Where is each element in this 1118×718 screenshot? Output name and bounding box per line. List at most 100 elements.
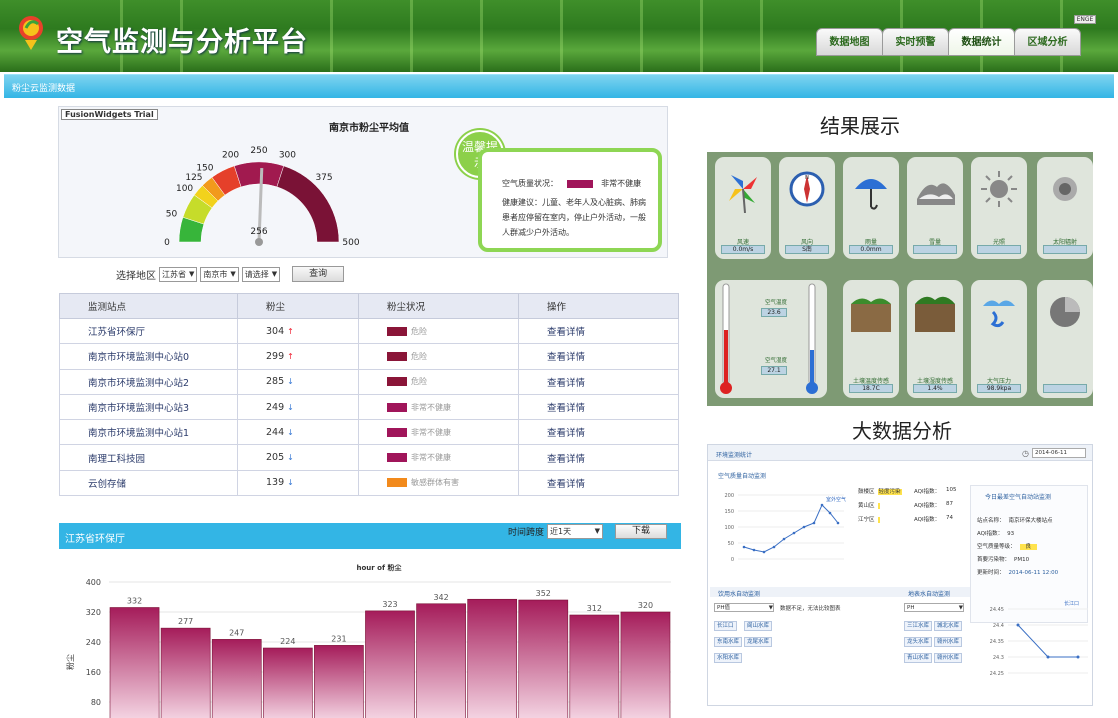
nav-tab-data-statistics[interactable]: 数据统计 <box>948 28 1015 56</box>
dust-gauge: 南京市粉尘平均值 0 50 100125150 200 250 300 375 500 256 <box>164 121 409 248</box>
city-select[interactable]: 南京市 ▼ <box>200 266 239 282</box>
sensor-tile[interactable]: 土壤湿度传感 1.4% <box>907 280 963 398</box>
bar[interactable] <box>211 639 262 718</box>
view-details-link[interactable]: 查看详情 <box>518 419 679 446</box>
sensor-tile[interactable]: 太阳辐射 <box>1037 157 1093 259</box>
bar[interactable] <box>518 599 569 718</box>
trend-down-icon: ↓ <box>287 427 294 437</box>
sensor-tile[interactable]: 雪量 <box>907 157 963 259</box>
surface-station-tag[interactable]: 赣州水库 <box>934 653 963 663</box>
aqi-point <box>752 548 756 552</box>
surface-station-tag[interactable]: 青山水库 <box>904 653 933 663</box>
view-details-link[interactable]: 查看详情 <box>518 343 679 370</box>
status-swatch <box>387 453 407 463</box>
region-label: 选择地区 <box>116 270 156 282</box>
sensor-tile[interactable]: N 风向 S南 <box>779 157 835 259</box>
col-station[interactable]: 监测站点 <box>59 293 238 319</box>
water-station-tag[interactable]: 水阳水库 <box>714 653 743 663</box>
water-station-tag[interactable]: 长江口 <box>714 621 737 631</box>
col-status[interactable]: 粉尘状况 <box>358 293 519 319</box>
bar-value-label: 247 <box>229 628 244 637</box>
station-aqi-row: 黄山区 AQI指数： 87 <box>858 501 966 515</box>
view-details-link[interactable]: 查看详情 <box>518 469 679 497</box>
sensor-value: 98.9kpa <box>977 384 1021 393</box>
dust-bar-chart: hour of 粉尘粉尘 80 160 240 320 400 332 277 247 224 23… <box>65 563 671 718</box>
view-details-link[interactable]: 查看详情 <box>518 317 679 345</box>
water-station-tag[interactable]: 东南水库 <box>714 637 743 647</box>
station-table: 监测站点 粉尘 粉尘状况 操作 江苏省环保厅 304 ↑ 危险 查看详情 南京市环境监测中… <box>59 293 679 497</box>
gauge-hub <box>255 238 263 246</box>
surface-station-tag[interactable]: 龙头水库 <box>904 637 933 647</box>
bar[interactable] <box>569 614 620 718</box>
water-station-tag[interactable]: 阆山水库 <box>744 621 773 631</box>
dust-value: 244 <box>266 426 285 438</box>
health-tip-box: 空气质量状况： 非常不健康 健康建议：儿童、老年人及心脏病、肺病患者应停留在室内… <box>478 148 662 252</box>
gauge-value-label: 256 <box>250 227 267 237</box>
dust-value: 299 <box>266 350 285 362</box>
bar[interactable] <box>314 645 364 718</box>
surface-station-tag[interactable]: 城北水库 <box>934 621 963 631</box>
water-station-tag[interactable]: 龙尾水库 <box>744 637 773 647</box>
clock-icon: ◷ <box>1022 449 1029 458</box>
view-details-link[interactable]: 查看详情 <box>518 368 679 395</box>
bar-value-label: 320 <box>638 601 653 610</box>
bar[interactable] <box>467 598 518 718</box>
bar-value-label: 332 <box>127 597 142 606</box>
bar[interactable] <box>365 610 415 718</box>
table-row: 南京市环境监测中心站1 244 ↓ 非常不健康 查看详情 <box>59 419 679 446</box>
surface-param-select[interactable]: PH ▼ <box>904 603 964 612</box>
bar[interactable] <box>160 627 211 718</box>
sensor-tile[interactable]: 光照 <box>971 157 1027 259</box>
district-select[interactable]: 请选择 ▼ <box>241 266 281 282</box>
aqi-label: AQI指数： <box>914 517 941 523</box>
view-details-link[interactable]: 查看详情 <box>518 393 679 421</box>
sensor-tile[interactable]: 土壤温度传感 18.7C <box>843 280 899 398</box>
province-select[interactable]: 江苏省 ▼ <box>159 266 198 282</box>
aqi-line-chart: 200 150 100 50 0 室外空气 <box>724 493 846 563</box>
logo-icon <box>19 16 43 50</box>
water-param-select[interactable]: PH值 ▼ <box>714 603 774 612</box>
dust-status-cell: 危险 <box>358 368 519 395</box>
bar[interactable] <box>620 611 671 718</box>
bar[interactable] <box>109 607 160 718</box>
view-details-link[interactable]: 查看详情 <box>518 444 679 471</box>
gauge-tick-label: 0 <box>164 238 170 248</box>
nav-tab-data-map[interactable]: 数据地图 <box>816 28 883 56</box>
worst-station-field: 站点名称： 南京环保大楼站点 <box>977 516 1087 529</box>
sensor-tile[interactable]: 风速 0.0m/s <box>715 157 771 259</box>
y-tick-label: 200 <box>724 493 734 499</box>
nav-tab-region-analysis[interactable]: 区域分析 <box>1014 28 1081 56</box>
y-tick-label: 0 <box>731 557 734 563</box>
sensor-tile[interactable] <box>1037 280 1093 398</box>
thermometer-tile[interactable]: 空气温度 23.6 空气湿度 27.1 <box>715 280 827 398</box>
y-tick-label: 320 <box>86 608 101 617</box>
surface-station-tag[interactable]: 三江水库 <box>904 621 933 631</box>
y-tick-label: 240 <box>86 638 101 647</box>
surface-station-tag[interactable]: 赣州水库 <box>934 637 963 647</box>
time-span-select[interactable]: 近1天 ▼ <box>547 523 604 539</box>
bar[interactable] <box>416 603 466 718</box>
today-worst-title: 今日最差空气自动站监测 <box>985 494 1052 501</box>
pinwheel-icon <box>729 175 757 213</box>
aqi-point <box>792 531 796 535</box>
line-legend: 长江口 <box>1064 600 1079 607</box>
sensor-tile[interactable]: 大气压力 98.9kpa <box>971 280 1027 398</box>
download-button[interactable]: 下载 <box>615 523 668 539</box>
query-button[interactable]: 查询 <box>292 266 345 282</box>
bar[interactable] <box>262 647 313 718</box>
status-swatch <box>387 402 407 412</box>
dust-value-cell: 205 ↓ <box>237 444 359 471</box>
sensor-tile[interactable]: 雨量 0.0mm <box>843 157 899 259</box>
sensor-value: 18.7C <box>849 384 893 393</box>
worst-station-field: 更新时间： 2014-06-11 12:00 <box>977 568 1087 581</box>
pollution-tag <box>877 517 880 523</box>
date-picker[interactable]: 2014-06-11 <box>1032 448 1086 458</box>
nav-tab-realtime-alert[interactable]: 实时预警 <box>882 28 949 56</box>
field-label: 更新时间： <box>977 570 1005 576</box>
col-dust[interactable]: 粉尘 <box>237 293 359 319</box>
y-tick-label: 160 <box>86 668 101 677</box>
language-badge[interactable]: ENGE <box>1074 15 1096 24</box>
sensor-value <box>1043 245 1087 254</box>
bar-chart-title: hour of 粉尘 <box>357 563 402 572</box>
section-title: 粉尘云监测数据 <box>12 84 76 94</box>
